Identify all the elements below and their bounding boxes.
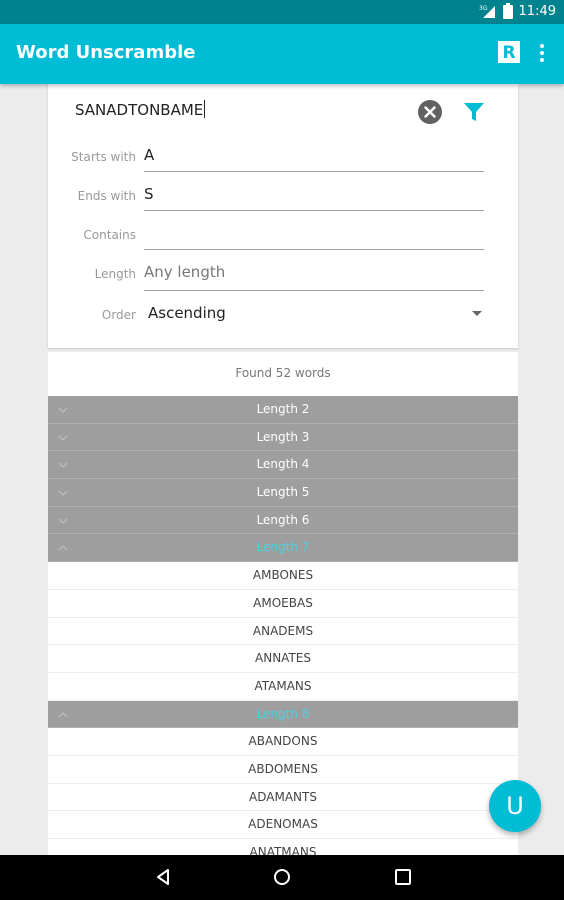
dropdown-arrow-icon[interactable] — [472, 311, 482, 316]
status-time: 11:49 — [518, 3, 556, 19]
ends-with-label: Ends with — [77, 189, 136, 203]
text-caret — [204, 100, 206, 118]
contains-label: Contains — [83, 228, 136, 242]
length-group-label: Length 6 — [256, 512, 310, 527]
back-icon[interactable] — [154, 868, 172, 886]
filter-icon[interactable] — [462, 100, 486, 124]
length-group-label: Length 8 — [256, 706, 310, 721]
ends-with-underline — [144, 210, 484, 211]
contains-underline — [144, 249, 484, 250]
word-item[interactable]: ADENOMAS — [48, 811, 518, 839]
length-group-header[interactable]: Length 2 — [48, 396, 518, 424]
app-bar: Word Unscramble R — [0, 24, 564, 84]
recents-icon[interactable] — [394, 868, 412, 886]
found-count: Found 52 words — [235, 366, 331, 380]
length-field[interactable]: Any length — [144, 263, 225, 281]
clear-icon[interactable] — [418, 100, 442, 124]
length-group-label: Length 3 — [256, 429, 310, 444]
chevron-down-icon — [58, 462, 68, 469]
battery-icon — [502, 3, 513, 19]
chevron-up-icon — [58, 711, 68, 718]
status-bar: 3G 11:49 — [0, 0, 564, 24]
svg-text:R: R — [502, 43, 515, 63]
word-item[interactable]: ANATMANS — [48, 839, 518, 856]
length-underline — [144, 290, 484, 291]
ends-with-field[interactable]: S — [144, 185, 154, 203]
chevron-down-icon — [58, 490, 68, 496]
starts-with-underline — [144, 171, 484, 172]
fab-label: U — [506, 792, 524, 820]
starts-with-field[interactable]: A — [144, 146, 154, 164]
length-group-header[interactable]: Length 7 — [48, 534, 518, 563]
length-group-label: Length 7 — [256, 540, 310, 555]
length-group-label: Length 2 — [256, 402, 310, 416]
r-badge-icon[interactable]: R — [498, 41, 520, 63]
svg-text:3G: 3G — [479, 5, 488, 12]
word-item[interactable]: ADAMANTS — [48, 783, 518, 812]
starts-with-row: Starts with A — [48, 140, 518, 180]
length-group-header[interactable]: Length 8 — [48, 700, 518, 729]
word-item[interactable]: AMOEBAS — [48, 589, 518, 618]
chevron-down-icon — [58, 518, 68, 524]
app-title: Word Unscramble — [16, 42, 196, 63]
more-vert-icon[interactable] — [533, 40, 551, 66]
home-icon[interactable] — [273, 868, 291, 886]
word-item[interactable]: ANADEMS — [48, 617, 518, 646]
length-group-label: Length 4 — [256, 457, 310, 472]
search-input[interactable]: SANADTONBAME — [75, 100, 206, 119]
order-label: Order — [101, 308, 136, 322]
order-dropdown[interactable]: Ascending — [148, 304, 226, 322]
length-group-header[interactable]: Length 4 — [48, 451, 518, 480]
chevron-up-icon — [58, 545, 68, 551]
ends-with-row: Ends with S — [48, 179, 518, 219]
starts-with-label: Starts with — [71, 150, 136, 164]
length-group-header[interactable]: Length 6 — [48, 506, 518, 535]
chevron-down-icon — [58, 435, 68, 441]
unscramble-fab[interactable]: U — [489, 780, 541, 832]
length-group-label: Length 5 — [256, 485, 310, 500]
search-input-value: SANADTONBAME — [75, 101, 204, 119]
order-row: Order Ascending — [48, 298, 518, 338]
word-item[interactable]: ABDOMENS — [48, 755, 518, 784]
word-item[interactable]: AMBONES — [48, 562, 518, 590]
word-item[interactable]: ANNATES — [48, 645, 518, 673]
result-list: Length 2 Length 3 Length 4 Length 5 Length 6… — [48, 396, 518, 856]
length-group-header[interactable]: Length 5 — [48, 479, 518, 507]
nav-bar — [0, 855, 564, 900]
word-item[interactable]: ATAMANS — [48, 672, 518, 701]
search-card: SANADTONBAME Starts with A Ends with S C… — [48, 84, 518, 348]
word-item[interactable]: ABANDONS — [48, 728, 518, 756]
length-row: Length Any length — [48, 257, 518, 297]
length-label: Length — [94, 267, 136, 281]
chevron-down-icon — [58, 407, 68, 413]
contains-row: Contains — [48, 218, 518, 258]
results-panel: Found 52 words Length 2 Length 3 Length 4L… — [48, 352, 518, 856]
length-group-header[interactable]: Length 3 — [48, 423, 518, 452]
signal-icon: 3G — [479, 5, 495, 18]
